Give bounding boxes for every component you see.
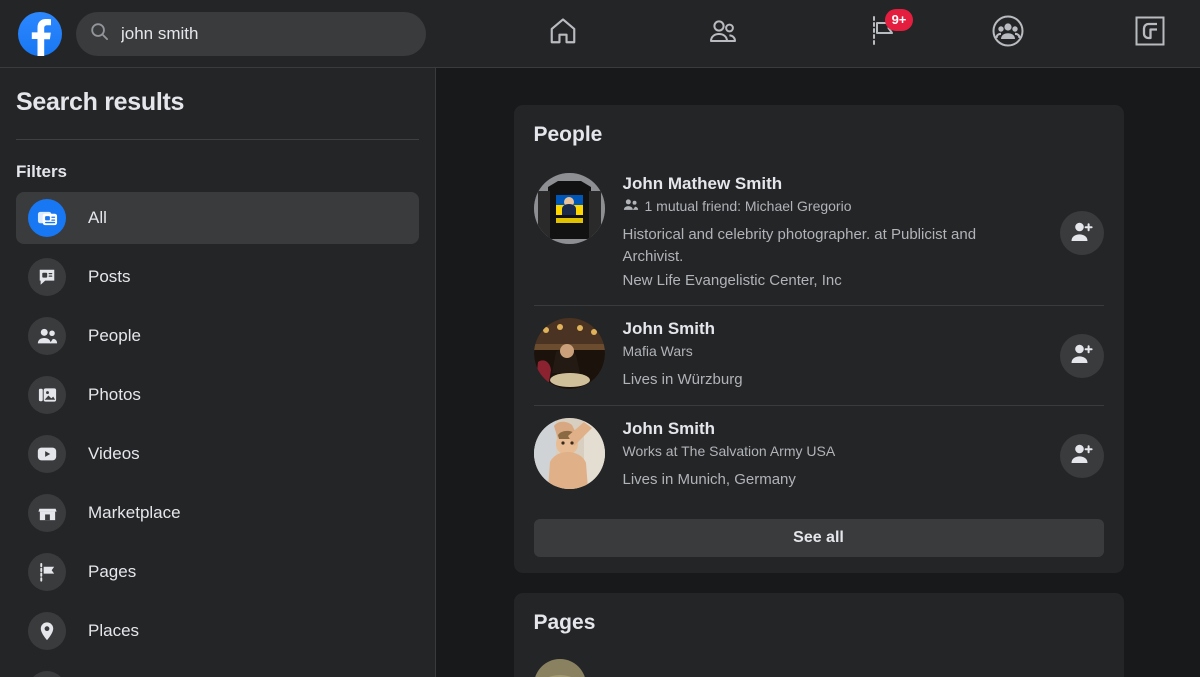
sidebar-item-label: Photos (88, 385, 141, 405)
pages-icon (28, 553, 66, 591)
avatar[interactable] (534, 318, 605, 389)
person-detail: Historical and celebrity photographer. a… (623, 224, 1034, 268)
add-friend-icon (1070, 343, 1094, 368)
groups-filter-icon (28, 671, 66, 677)
nav-pages-button[interactable]: 9+ (855, 11, 911, 57)
all-feed-icon (28, 199, 66, 237)
people-results-card: People John Mathew Smith (514, 105, 1124, 573)
sidebar-item-all[interactable]: All (16, 192, 419, 244)
mutual-friends-text: 1 mutual friend: Michael Gregorio (645, 198, 852, 214)
sidebar-item-label: Places (88, 621, 139, 641)
person-subtitle: Mafia Wars (623, 343, 1034, 359)
sidebar-item-next-partial[interactable] (16, 664, 419, 677)
search-icon (90, 22, 109, 46)
videos-icon (28, 435, 66, 473)
mutual-friends: 1 mutual friend: Michael Gregorio (623, 198, 1034, 214)
primary-nav: 9+ (466, 0, 980, 67)
nav-friends-button[interactable] (695, 11, 751, 57)
sidebar-item-label: All (88, 208, 107, 228)
filters-heading: Filters (16, 162, 419, 182)
notification-badge: 9+ (885, 9, 913, 31)
sidebar-item-label: Posts (88, 267, 131, 287)
avatar[interactable] (534, 659, 586, 677)
search-input[interactable] (121, 24, 412, 44)
gaming-icon (1134, 15, 1166, 52)
people-card-title: People (534, 123, 1104, 147)
sidebar-item-pages[interactable]: Pages (16, 546, 419, 598)
person-name[interactable]: John Mathew Smith (623, 173, 1034, 195)
person-detail: Lives in Munich, Germany (623, 469, 1034, 491)
groups-icon (991, 14, 1025, 53)
person-result-row[interactable]: John Smith Mafia Wars Lives in Würzburg (534, 306, 1104, 406)
sidebar-item-videos[interactable]: Videos (16, 428, 419, 480)
person-info: John Smith Mafia Wars Lives in Würzburg (623, 318, 1104, 391)
person-result-row[interactable]: John Smith Works at The Salvation Army U… (534, 406, 1104, 505)
person-result-row[interactable]: John Mathew Smith 1 mutual friend: Micha… (534, 161, 1104, 306)
mutual-friends-icon (623, 198, 639, 214)
nav-groups-button[interactable] (980, 11, 1036, 57)
marketplace-icon (28, 494, 66, 532)
avatar[interactable] (534, 418, 605, 489)
avatar[interactable] (534, 173, 605, 244)
facebook-logo[interactable] (18, 12, 62, 56)
add-friend-icon (1070, 443, 1094, 468)
add-friend-button[interactable] (1060, 434, 1104, 478)
search-filters-sidebar: Search results Filters All Posts (0, 68, 436, 677)
pages-card-title: Pages (534, 611, 1104, 635)
sidebar-item-label: People (88, 326, 141, 346)
add-friend-icon (1070, 221, 1094, 246)
search-results-main: People John Mathew Smith (437, 68, 1200, 677)
home-icon (548, 16, 578, 51)
nav-gaming-button[interactable] (1122, 11, 1178, 57)
add-friend-button[interactable] (1060, 334, 1104, 378)
person-subtitle: Works at The Salvation Army USA (623, 443, 1034, 459)
places-icon (28, 612, 66, 650)
sidebar-item-label: Pages (88, 562, 136, 582)
person-info: John Mathew Smith 1 mutual friend: Micha… (623, 173, 1104, 291)
top-navigation-bar: 9+ (0, 0, 1200, 68)
person-name[interactable]: John Smith (623, 318, 1034, 340)
sidebar-item-places[interactable]: Places (16, 605, 419, 657)
sidebar-item-label: Marketplace (88, 503, 181, 523)
person-detail-secondary: New Life Evangelistic Center, Inc (623, 270, 1034, 292)
secondary-nav (980, 11, 1178, 57)
person-subtitle-text: Mafia Wars (623, 343, 693, 359)
person-info: John Smith Works at The Salvation Army U… (623, 418, 1104, 491)
person-subtitle-text: Works at The Salvation Army USA (623, 443, 836, 459)
sidebar-item-label: Videos (88, 444, 140, 464)
nav-home-button[interactable] (535, 11, 591, 57)
posts-icon (28, 258, 66, 296)
search-bar[interactable] (76, 12, 426, 56)
sidebar-divider (16, 139, 419, 140)
friends-icon (707, 16, 739, 51)
photos-icon (28, 376, 66, 414)
sidebar-item-marketplace[interactable]: Marketplace (16, 487, 419, 539)
pages-results-card: Pages John Smith (514, 593, 1124, 677)
sidebar-item-posts[interactable]: Posts (16, 251, 419, 303)
page-title: Search results (16, 68, 419, 117)
see-all-people-button[interactable]: See all (534, 519, 1104, 557)
people-icon (28, 317, 66, 355)
page-result-row[interactable]: John Smith (534, 649, 1104, 677)
add-friend-button[interactable] (1060, 211, 1104, 255)
sidebar-item-photos[interactable]: Photos (16, 369, 419, 421)
person-name[interactable]: John Smith (623, 418, 1034, 440)
person-detail: Lives in Würzburg (623, 369, 1034, 391)
sidebar-item-people[interactable]: People (16, 310, 419, 362)
